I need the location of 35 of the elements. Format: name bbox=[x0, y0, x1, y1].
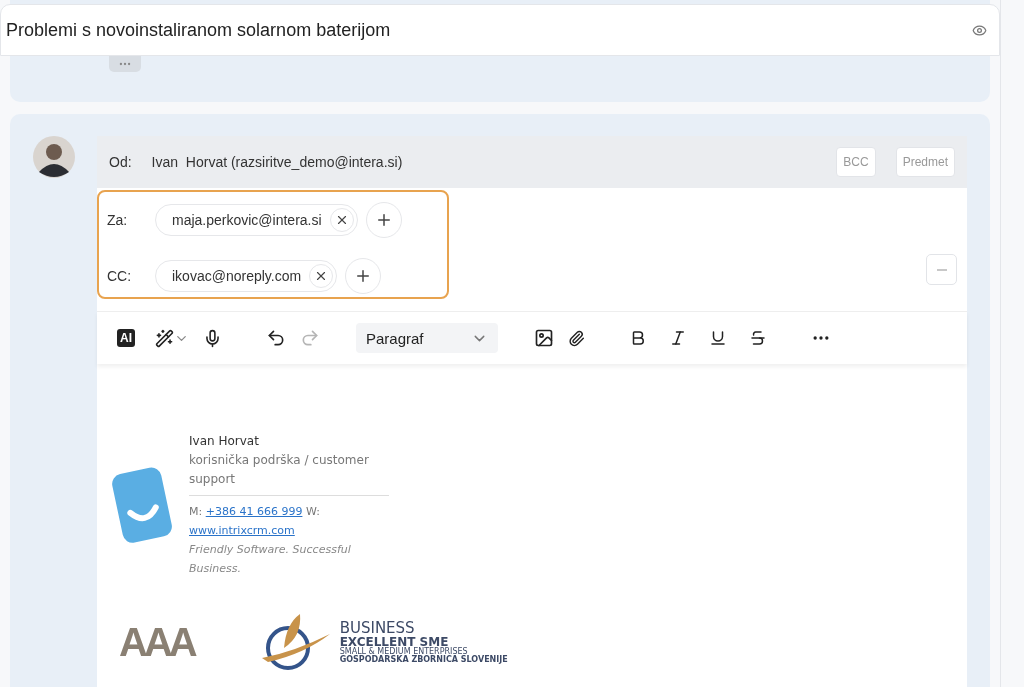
ai-button[interactable]: AI bbox=[117, 329, 135, 347]
logo-text: SMALL & MEDIUM ENTERPRISES bbox=[339, 647, 468, 656]
strikethrough-icon[interactable] bbox=[749, 329, 767, 347]
logo-text: GOSPODARSKA ZBORNICA SLOVENIJE bbox=[339, 655, 508, 664]
magic-wand-icon[interactable] bbox=[155, 328, 174, 348]
recipient-address: ikovac@noreply.com bbox=[172, 268, 302, 284]
signature-name: Ivan Horvat bbox=[189, 433, 260, 450]
italic-icon[interactable] bbox=[669, 329, 687, 347]
recipient-address: maja.perkovic@intera.si bbox=[172, 212, 322, 228]
add-recipient-button[interactable] bbox=[345, 258, 382, 294]
phone-link[interactable]: +386 41 666 999 bbox=[205, 505, 303, 518]
logo-text: BUSINESS bbox=[339, 620, 416, 636]
add-recipient-button[interactable] bbox=[365, 202, 402, 238]
underline-icon[interactable] bbox=[709, 329, 727, 347]
from-label: Od: bbox=[109, 154, 132, 170]
remove-button[interactable] bbox=[309, 264, 334, 288]
undo-icon[interactable] bbox=[266, 328, 286, 348]
recipient-label: CC: bbox=[107, 268, 133, 284]
signature-role: korisnička podrška / customer support bbox=[189, 451, 389, 496]
from-value: Ivan Horvat (razsiritve_demo@intera.si) bbox=[151, 154, 403, 170]
recipient-label: Za: bbox=[107, 212, 129, 228]
microphone-icon[interactable] bbox=[203, 328, 222, 348]
minus-icon bbox=[936, 268, 947, 271]
remove-button[interactable] bbox=[329, 208, 354, 232]
block-style-select[interactable]: Paragraf bbox=[356, 323, 498, 353]
logo-text: EXCELLENT SME bbox=[339, 635, 449, 648]
thread-title: Problemi s novoinstaliranom solarnom baterijom bbox=[6, 19, 391, 41]
signature-contact: M: +386 41 666 999 W: www.intrixcrm.com bbox=[189, 504, 321, 539]
image-icon[interactable] bbox=[534, 328, 554, 348]
signature-tagline: Friendly Software. Successful Business. bbox=[189, 542, 352, 577]
paperclip-icon[interactable] bbox=[568, 329, 585, 347]
eye-icon[interactable] bbox=[972, 22, 987, 38]
aaa-logo: AAA bbox=[119, 622, 194, 662]
website-link[interactable]: www.intrixcrm.com bbox=[189, 524, 295, 537]
avatar-silhouette bbox=[33, 136, 75, 178]
